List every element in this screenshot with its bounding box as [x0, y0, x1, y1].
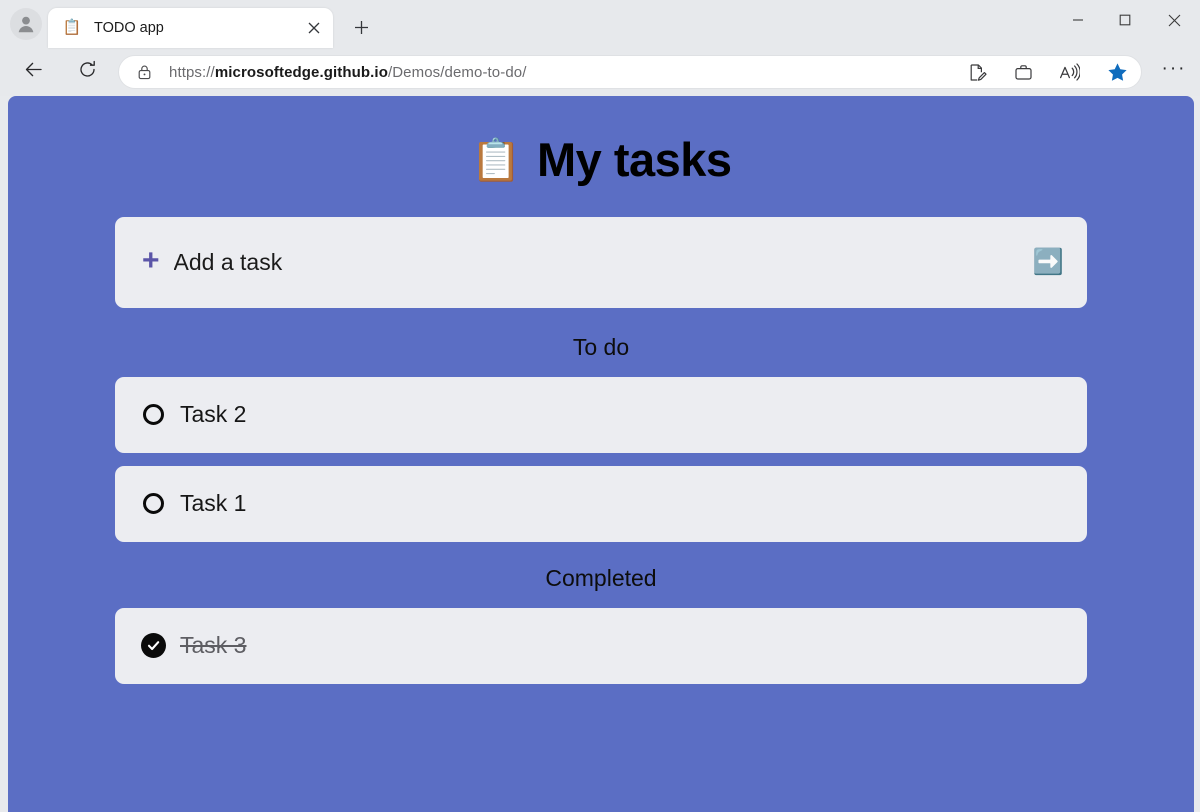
task-item[interactable]: Task 1 — [115, 466, 1087, 542]
task-checkbox-unchecked-icon[interactable] — [141, 491, 166, 516]
address-bar-url: https://microsoftedge.github.io/Demos/de… — [169, 64, 939, 81]
new-tab-button[interactable] — [345, 11, 377, 43]
add-task-row[interactable]: + ➡️ — [115, 217, 1087, 308]
page-title-text: My tasks — [537, 133, 732, 186]
collections-icon[interactable] — [1007, 57, 1039, 87]
browser-settings-more-button[interactable]: ··· — [1156, 55, 1192, 89]
back-button[interactable] — [16, 55, 50, 89]
page-viewport: 📋 My tasks + ➡️ To do Task 2 — [8, 96, 1194, 812]
url-path: /Demos/demo-to-do/ — [388, 64, 527, 81]
task-label: Task 3 — [180, 632, 246, 660]
person-avatar-icon — [15, 13, 37, 35]
reload-button[interactable] — [70, 55, 104, 89]
window-controls — [1054, 0, 1200, 40]
window-maximize-button[interactable] — [1101, 0, 1148, 40]
favorites-star-icon[interactable] — [1101, 57, 1133, 87]
task-label: Task 2 — [180, 401, 246, 429]
reload-icon — [78, 60, 97, 84]
clipboard-icon: 📋 — [470, 137, 521, 183]
url-host: microsoftedge.github.io — [215, 64, 388, 81]
task-item[interactable]: Task 2 — [115, 377, 1087, 453]
browser-toolbar: https://microsoftedge.github.io/Demos/de… — [0, 48, 1200, 96]
submit-task-button[interactable]: ➡️ — [1033, 247, 1063, 277]
url-scheme: https:// — [169, 64, 215, 81]
todo-app-page: 📋 My tasks + ➡️ To do Task 2 — [8, 96, 1194, 812]
back-arrow-icon — [24, 60, 43, 84]
browser-window: 📋 TODO app — [0, 0, 1200, 812]
tab-close-button[interactable] — [301, 15, 327, 41]
task-checkbox-checked-icon[interactable] — [141, 633, 166, 658]
page-annotate-icon[interactable] — [961, 57, 993, 87]
section-heading-completed: Completed — [115, 542, 1087, 608]
task-checkbox-unchecked-icon[interactable] — [141, 402, 166, 427]
profile-avatar-button[interactable] — [10, 8, 42, 40]
address-bar[interactable]: https://microsoftedge.github.io/Demos/de… — [118, 55, 1142, 89]
add-task-input[interactable] — [174, 249, 1033, 276]
todo-task-list: Task 2 Task 1 — [115, 377, 1087, 542]
task-item[interactable]: Task 3 — [115, 608, 1087, 684]
window-close-button[interactable] — [1148, 0, 1200, 40]
section-heading-todo: To do — [115, 308, 1087, 377]
address-bar-actions — [947, 57, 1135, 87]
tab-favicon-icon: 📋 — [62, 18, 82, 38]
tab-strip: 📋 TODO app — [0, 0, 1200, 48]
lock-icon — [133, 61, 155, 83]
read-aloud-icon[interactable] — [1053, 57, 1085, 87]
page-title: 📋 My tasks — [8, 96, 1194, 186]
browser-tab[interactable]: 📋 TODO app — [48, 8, 333, 48]
todo-content: + ➡️ To do Task 2 — [115, 217, 1087, 684]
task-label: Task 1 — [180, 490, 246, 518]
plus-icon: + — [142, 246, 160, 276]
completed-task-list: Task 3 — [115, 608, 1087, 684]
tab-title: TODO app — [94, 20, 301, 36]
window-minimize-button[interactable] — [1054, 0, 1101, 40]
